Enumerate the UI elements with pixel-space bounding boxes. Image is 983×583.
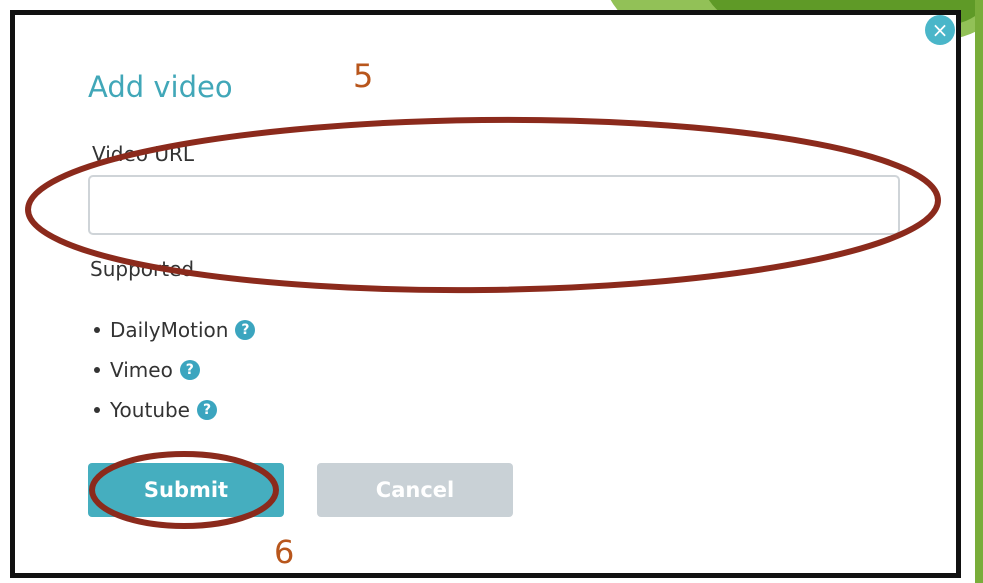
dialog-title: Add video [88,70,233,104]
supported-label: Supported [90,257,195,281]
supported-providers-list: DailyMotion ? Vimeo ? Youtube ? [90,310,256,430]
video-url-label: Video URL [92,142,195,166]
list-item: Youtube ? [90,390,255,430]
provider-name: DailyMotion [110,318,229,342]
bullet-icon [94,327,100,333]
provider-name: Youtube [110,398,190,422]
list-item: DailyMotion ? [90,310,256,350]
background-edge [975,0,983,583]
cancel-button[interactable]: Cancel [317,463,513,517]
bullet-icon [94,367,100,373]
list-item: Vimeo ? [90,350,255,390]
provider-name: Vimeo [110,358,173,382]
help-icon[interactable]: ? [179,360,200,380]
help-icon[interactable]: ? [197,400,217,420]
close-icon[interactable]: × [925,15,955,45]
video-url-input[interactable] [88,175,900,235]
submit-button[interactable]: Submit [88,463,284,517]
bullet-icon [94,407,100,413]
help-icon[interactable]: ? [235,320,256,340]
screenshot: × Add video Video URL Supported DailyMot… [0,0,983,583]
